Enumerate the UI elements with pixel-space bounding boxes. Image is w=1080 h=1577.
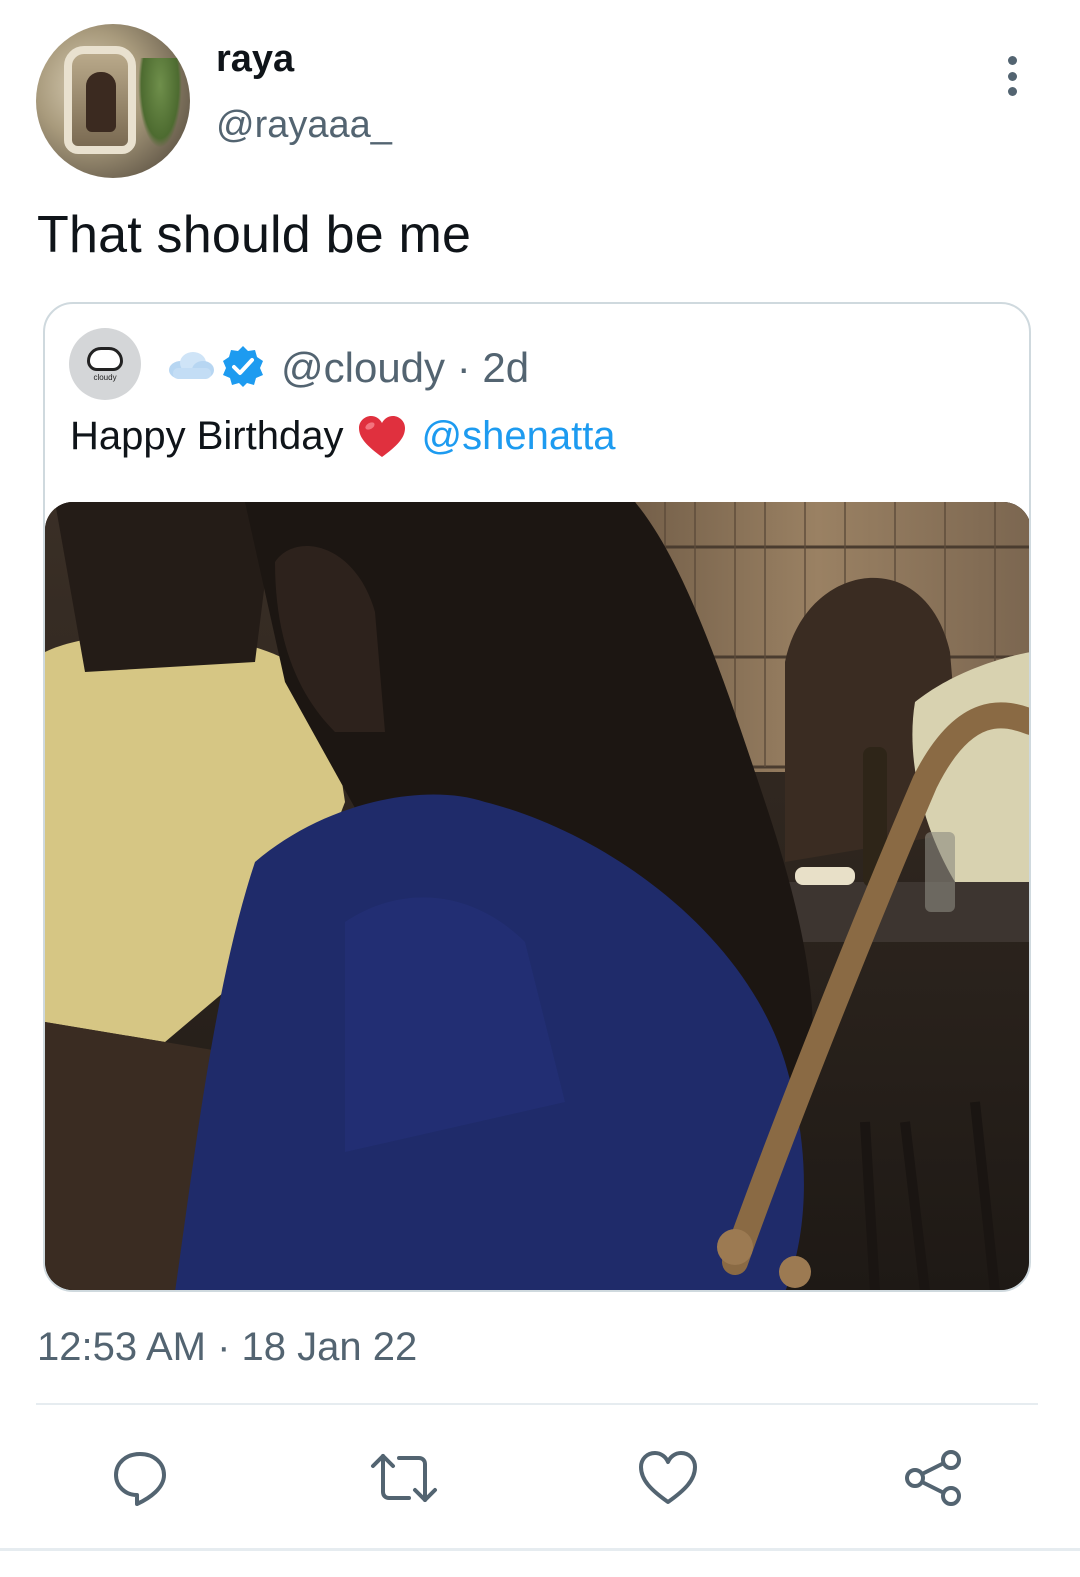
share-icon: [905, 1450, 961, 1506]
more-dot: [1007, 71, 1017, 81]
quoted-tweet[interactable]: cloudy @cloudy · 2d Happy Birthday @shen…: [43, 302, 1031, 1292]
more-dot: [1007, 56, 1017, 65]
more-dot: [1007, 87, 1017, 96]
quoted-author-avatar[interactable]: cloudy: [69, 328, 141, 400]
reply-button[interactable]: [102, 1440, 178, 1516]
author-avatar[interactable]: [36, 24, 190, 178]
share-button[interactable]: [896, 1440, 972, 1516]
avatar-plant: [138, 58, 182, 148]
heart-icon: [639, 1451, 697, 1504]
cloudy-logo-icon: [87, 346, 123, 371]
quoted-tweet-photo[interactable]: [45, 502, 1029, 1290]
quoted-tweet-text: Happy Birthday @shenatta: [70, 414, 616, 459]
tweet-text: That should be me: [37, 206, 472, 264]
cloud-emoji-icon: [169, 352, 214, 379]
retweet-icon: [371, 1454, 437, 1502]
divider: [36, 1403, 1038, 1405]
photo-scene-image: [45, 502, 1029, 1290]
reply-icon: [114, 1452, 166, 1506]
quoted-text-body: Happy Birthday: [70, 414, 344, 458]
verified-badge-icon: [223, 346, 263, 387]
more-options-button[interactable]: [996, 52, 1028, 100]
author-handle[interactable]: @rayaaa_: [216, 104, 392, 147]
author-display-name[interactable]: raya: [216, 38, 294, 81]
divider: [0, 1548, 1080, 1551]
mention-link[interactable]: @shenatta: [421, 414, 615, 459]
red-heart-emoji-icon: [359, 415, 406, 457]
quoted-handle-and-time[interactable]: @cloudy · 2d: [281, 344, 529, 392]
avatar-figure: [86, 72, 116, 132]
tweet-timestamp[interactable]: 12:53 AM · 18 Jan 22: [37, 1325, 417, 1370]
retweet-button[interactable]: [366, 1440, 442, 1516]
like-button[interactable]: [630, 1440, 706, 1516]
quoted-avatar-label: cloudy: [93, 372, 117, 382]
tweet-action-bar: [0, 1440, 1080, 1516]
tweet-detail: raya @rayaaa_ That should be me cloudy @…: [0, 0, 1080, 1577]
